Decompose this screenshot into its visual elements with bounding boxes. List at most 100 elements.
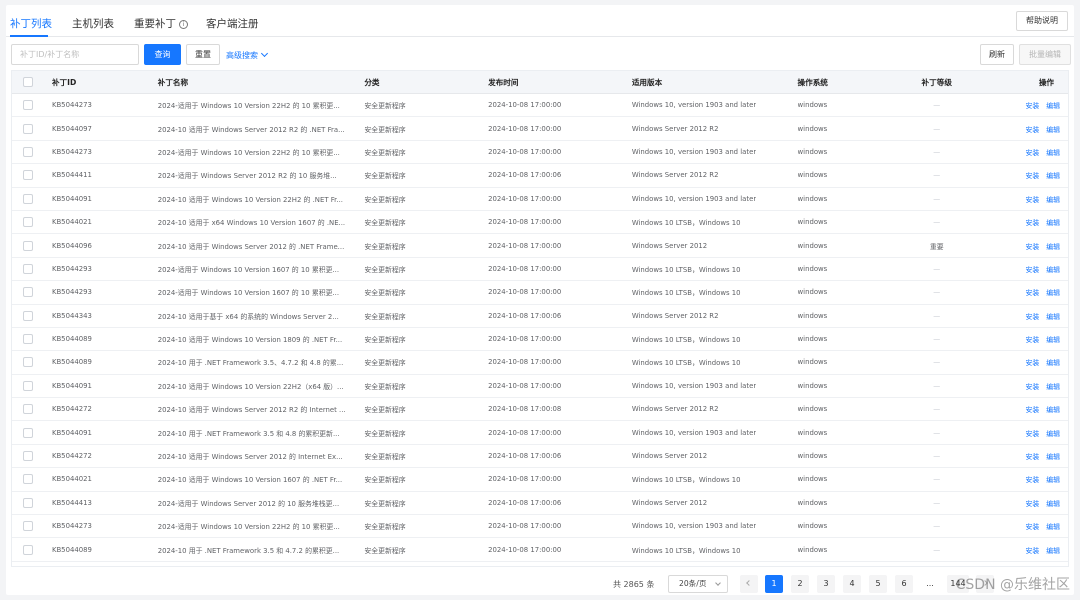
row-checkbox[interactable] [22, 193, 33, 204]
install-link[interactable]: 安装 [1025, 451, 1039, 461]
edit-link[interactable]: 编辑 [1046, 545, 1060, 555]
edit-link[interactable]: 编辑 [1046, 334, 1060, 344]
edit-link[interactable]: 编辑 [1046, 381, 1060, 391]
category-text: 安全更新程序 [364, 336, 406, 345]
row-checkbox[interactable] [22, 170, 33, 181]
tab-bar: 补丁列表 主机列表 重要补丁 i 客户端注册 帮助说明 [6, 5, 1074, 37]
row-checkbox[interactable] [22, 310, 33, 321]
cell-patch-id: KB5044089 [44, 538, 150, 560]
install-link[interactable]: 安装 [1025, 404, 1039, 414]
row-checkbox[interactable] [22, 427, 33, 438]
page-button-2[interactable]: 2 [791, 575, 809, 593]
edit-link[interactable]: 编辑 [1046, 521, 1060, 531]
page-button-5[interactable]: 5 [869, 575, 887, 593]
edit-link[interactable]: 编辑 [1046, 287, 1060, 297]
install-link[interactable]: 安装 [1025, 287, 1039, 297]
row-checkbox[interactable] [22, 100, 33, 111]
tab-client-register[interactable]: 客户端注册 [206, 16, 259, 31]
row-checkbox[interactable] [22, 521, 33, 532]
install-link[interactable]: 安装 [1025, 521, 1039, 531]
edit-link[interactable]: 编辑 [1046, 451, 1060, 461]
edit-link[interactable]: 编辑 [1046, 100, 1060, 110]
cell-category: 安全更新程序 [356, 141, 480, 163]
page-button-1[interactable]: 1 [765, 575, 783, 593]
install-link[interactable]: 安装 [1025, 194, 1039, 204]
install-link[interactable]: 安装 [1025, 474, 1039, 484]
edit-link[interactable]: 编辑 [1046, 474, 1060, 484]
chevron-left-icon [746, 580, 752, 586]
page-size-select[interactable]: 20条/页 [668, 575, 728, 593]
edit-link[interactable]: 编辑 [1046, 217, 1060, 227]
row-checkbox[interactable] [22, 380, 33, 391]
install-link[interactable]: 安装 [1025, 545, 1039, 555]
cell-patch-name: 2024-10 适用于 Windows Server 2012 的 Intern… [150, 445, 357, 467]
install-link[interactable]: 安装 [1025, 311, 1039, 321]
edit-link[interactable]: 编辑 [1046, 498, 1060, 508]
edit-link[interactable]: 编辑 [1046, 357, 1060, 367]
install-link[interactable]: 安装 [1025, 147, 1039, 157]
batch-edit-button[interactable]: 批量编辑 [1019, 44, 1071, 65]
cell-patch-name: 2024-10 适用于 Windows 10 Version 22H2（x64 … [150, 375, 357, 397]
install-link[interactable]: 安装 [1025, 100, 1039, 110]
install-link[interactable]: 安装 [1025, 428, 1039, 438]
advanced-search-link[interactable]: 高级搜索 [226, 49, 269, 61]
edit-link[interactable]: 编辑 [1046, 194, 1060, 204]
page-button-4[interactable]: 4 [843, 575, 861, 593]
cell-patch-id: KB5044273 [44, 141, 150, 163]
row-checkbox[interactable] [22, 123, 33, 134]
row-checkbox[interactable] [22, 544, 33, 555]
row-checkbox-cell [12, 515, 44, 537]
help-button[interactable]: 帮助说明 [1016, 11, 1068, 31]
tab-important-patches[interactable]: 重要补丁 i [134, 16, 188, 31]
search-input[interactable] [11, 44, 139, 65]
install-link[interactable]: 安装 [1025, 498, 1039, 508]
select-all-checkbox[interactable] [22, 77, 33, 87]
row-checkbox[interactable] [22, 334, 33, 345]
tab-patch-list[interactable]: 补丁列表 [10, 16, 52, 31]
page-button-6[interactable]: 6 [895, 575, 913, 593]
row-checkbox[interactable] [22, 451, 33, 462]
edit-link[interactable]: 编辑 [1046, 428, 1060, 438]
row-checkbox[interactable] [22, 217, 33, 228]
row-checkbox[interactable] [22, 263, 33, 274]
install-link[interactable]: 安装 [1025, 124, 1039, 134]
cell-actions: 安装 编辑 [984, 281, 1068, 303]
edit-link[interactable]: 编辑 [1046, 241, 1060, 251]
edit-link[interactable]: 编辑 [1046, 311, 1060, 321]
row-checkbox[interactable] [22, 357, 33, 368]
level-text: — [933, 498, 941, 507]
cell-patch-id: KB5044273 [44, 94, 150, 116]
patch-name-text: 2024-10 用于 .NET Framework 3.5 和 4.8 的累积更… [157, 429, 340, 438]
edit-link[interactable]: 编辑 [1046, 170, 1060, 180]
row-checkbox[interactable] [22, 404, 33, 415]
reset-button[interactable]: 重置 [186, 44, 220, 65]
row-checkbox[interactable] [22, 146, 33, 157]
cell-level: — [889, 468, 984, 490]
install-link[interactable]: 安装 [1025, 264, 1039, 274]
edit-link[interactable]: 编辑 [1046, 264, 1060, 274]
row-checkbox[interactable] [22, 240, 33, 251]
query-button[interactable]: 查询 [144, 44, 181, 65]
row-checkbox[interactable] [22, 497, 33, 508]
install-link[interactable]: 安装 [1025, 241, 1039, 251]
cell-patch-name: 2024-适用于 Windows 10 Version 1607 的 10 累积… [150, 281, 357, 303]
chevron-down-icon [260, 49, 269, 58]
os-text: windows [797, 545, 828, 554]
install-link[interactable]: 安装 [1025, 170, 1039, 180]
row-checkbox[interactable] [22, 474, 33, 485]
edit-link[interactable]: 编辑 [1046, 124, 1060, 134]
refresh-button[interactable]: 刷新 [980, 44, 1014, 65]
install-link[interactable]: 安装 [1025, 334, 1039, 344]
row-checkbox[interactable] [22, 287, 33, 298]
cell-actions: 安装 编辑 [984, 375, 1068, 397]
install-link[interactable]: 安装 [1025, 357, 1039, 367]
edit-link[interactable]: 编辑 [1046, 404, 1060, 414]
install-link[interactable]: 安装 [1025, 217, 1039, 227]
prev-page-button[interactable] [740, 575, 758, 593]
edit-link[interactable]: 编辑 [1046, 147, 1060, 157]
tab-host-list[interactable]: 主机列表 [72, 16, 114, 31]
cell-version: Windows Server 2012 R2 [624, 305, 790, 327]
page-ellipsis[interactable]: ... [921, 575, 939, 593]
install-link[interactable]: 安装 [1025, 381, 1039, 391]
page-button-3[interactable]: 3 [817, 575, 835, 593]
